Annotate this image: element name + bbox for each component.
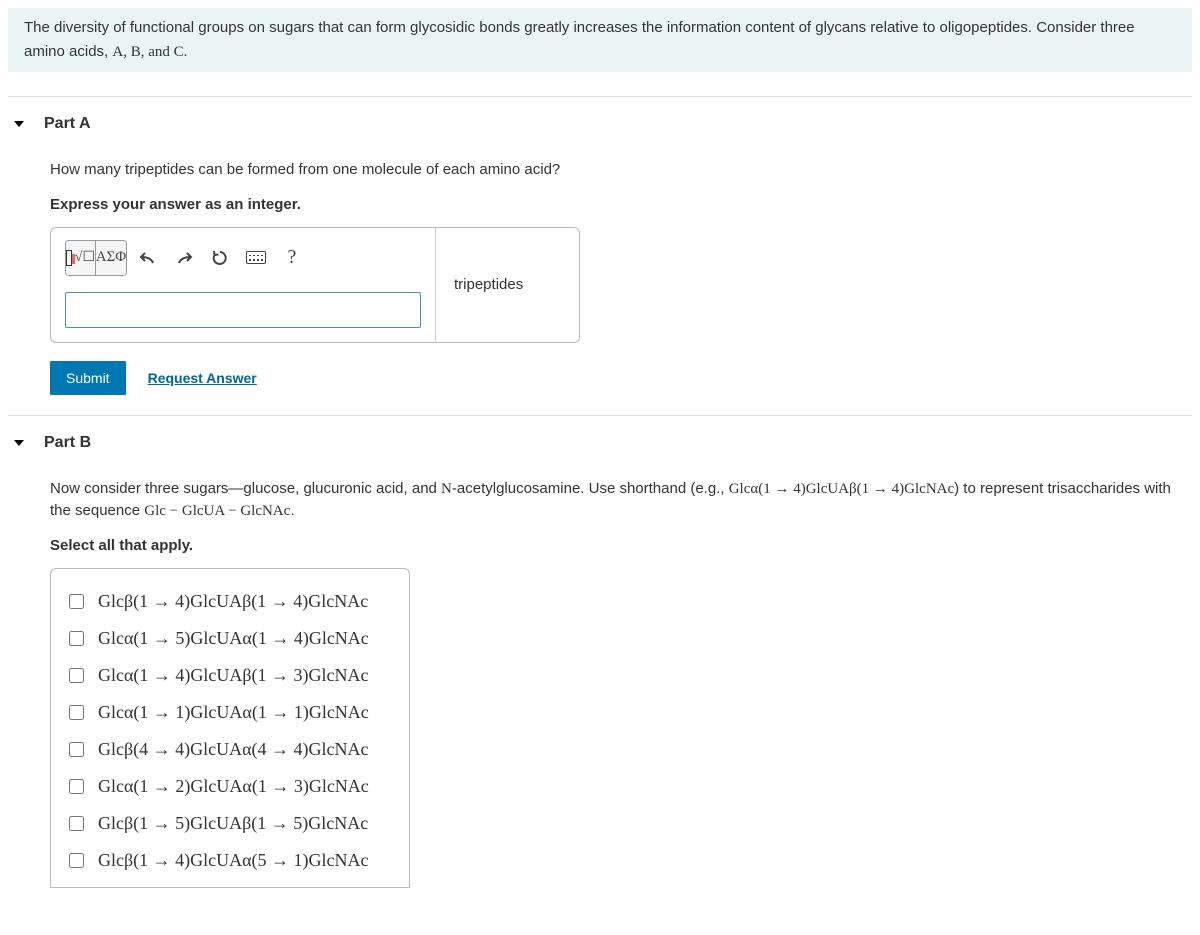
prompt-n: N (441, 481, 452, 497)
keyboard-button[interactable] (241, 241, 271, 275)
part-b-title: Part B (44, 434, 91, 452)
part-a-prompt: How many tripeptides can be formed from … (50, 151, 1186, 190)
option-row: Glcβ(4 → 4)GlcUAα(4 → 4)GlcNAc (69, 731, 391, 768)
option-label-3[interactable]: Glcα(1 → 1)GlcUAα(1 → 1)GlcNAc (98, 702, 369, 723)
template-button[interactable]: √☐ (66, 241, 96, 275)
option-row: Glcα(1 → 2)GlcUAα(1 → 3)GlcNAc (69, 768, 391, 805)
intro-letters: A, B, and C. (112, 44, 187, 60)
option-label-4[interactable]: Glcβ(4 → 4)GlcUAα(4 → 4)GlcNAc (98, 739, 369, 760)
prompt-example: Glcα(1 → 4)GlcUAβ(1 → 4)GlcNAc (729, 481, 954, 497)
option-row: Glcα(1 → 1)GlcUAα(1 → 1)GlcNAc (69, 694, 391, 731)
part-a-title: Part A (44, 115, 91, 133)
reset-icon (211, 249, 229, 267)
part-a-header[interactable]: Part A (0, 97, 1200, 151)
option-label-5[interactable]: Glcα(1 → 2)GlcUAα(1 → 3)GlcNAc (98, 776, 369, 797)
part-a-body: How many tripeptides can be formed from … (0, 151, 1200, 415)
keyboard-icon (246, 251, 266, 264)
help-button[interactable]: ? (277, 241, 307, 275)
reset-button[interactable] (205, 241, 235, 275)
chevron-down-icon (14, 121, 24, 127)
request-answer-link[interactable]: Request Answer (148, 370, 257, 386)
option-row: Glcβ(1 → 4)GlcUAα(5 → 1)GlcNAc (69, 842, 391, 879)
part-b-prompt: Now consider three sugars—glucose, glucu… (50, 470, 1186, 531)
option-row: Glcα(1 → 5)GlcUAα(1 → 4)GlcNAc (69, 620, 391, 657)
option-label-0[interactable]: Glcβ(1 → 4)GlcUAβ(1 → 4)GlcNAc (98, 591, 368, 612)
part-b-body: Now consider three sugars—glucose, glucu… (0, 470, 1200, 908)
option-label-6[interactable]: Glcβ(1 → 5)GlcUAβ(1 → 5)GlcNAc (98, 813, 368, 834)
chevron-down-icon (14, 440, 24, 446)
option-row: Glcβ(1 → 4)GlcUAβ(1 → 4)GlcNAc (69, 583, 391, 620)
option-label-1[interactable]: Glcα(1 → 5)GlcUAα(1 → 4)GlcNAc (98, 628, 369, 649)
option-checkbox-0[interactable] (69, 594, 84, 609)
part-a-instruction: Express your answer as an integer. (50, 190, 1186, 227)
option-checkbox-6[interactable] (69, 816, 84, 831)
prompt-text: . (290, 502, 294, 519)
option-row: Glcα(1 → 4)GlcUAβ(1 → 3)GlcNAc (69, 657, 391, 694)
undo-icon (139, 250, 157, 266)
option-checkbox-5[interactable] (69, 779, 84, 794)
option-checkbox-1[interactable] (69, 631, 84, 646)
option-label-2[interactable]: Glcα(1 → 4)GlcUAβ(1 → 3)GlcNAc (98, 665, 369, 686)
redo-button[interactable] (169, 241, 199, 275)
options-panel: Glcβ(1 → 4)GlcUAβ(1 → 4)GlcNAc Glcα(1 → … (50, 568, 410, 888)
answer-input[interactable] (65, 292, 421, 328)
option-checkbox-4[interactable] (69, 742, 84, 757)
answer-toolbar: √☐ ΑΣΦ ? (65, 240, 421, 276)
option-label-7[interactable]: Glcβ(1 → 4)GlcUAα(5 → 1)GlcNAc (98, 850, 369, 871)
redo-icon (175, 250, 193, 266)
prompt-text: -acetylglucosamine. Use shorthand (e.g., (452, 480, 729, 497)
option-checkbox-3[interactable] (69, 705, 84, 720)
intro-text: The diversity of functional groups on su… (24, 19, 1135, 60)
prompt-text: Now consider three sugars—glucose, glucu… (50, 480, 441, 497)
template-icon (66, 250, 72, 266)
unit-label: tripeptides (436, 276, 541, 293)
prompt-sequence: Glc − GlcUA − GlcNAc (144, 503, 290, 519)
undo-button[interactable] (133, 241, 163, 275)
intro-box: The diversity of functional groups on su… (8, 8, 1192, 72)
option-checkbox-2[interactable] (69, 668, 84, 683)
answer-panel: √☐ ΑΣΦ ? (50, 227, 580, 343)
part-b-instruction: Select all that apply. (50, 531, 1186, 568)
part-b-header[interactable]: Part B (0, 416, 1200, 470)
radical-icon: √☐ (75, 249, 95, 266)
option-row: Glcβ(1 → 5)GlcUAβ(1 → 5)GlcNAc (69, 805, 391, 842)
greek-button[interactable]: ΑΣΦ (96, 241, 126, 275)
option-checkbox-7[interactable] (69, 853, 84, 868)
submit-button[interactable]: Submit (50, 361, 126, 395)
